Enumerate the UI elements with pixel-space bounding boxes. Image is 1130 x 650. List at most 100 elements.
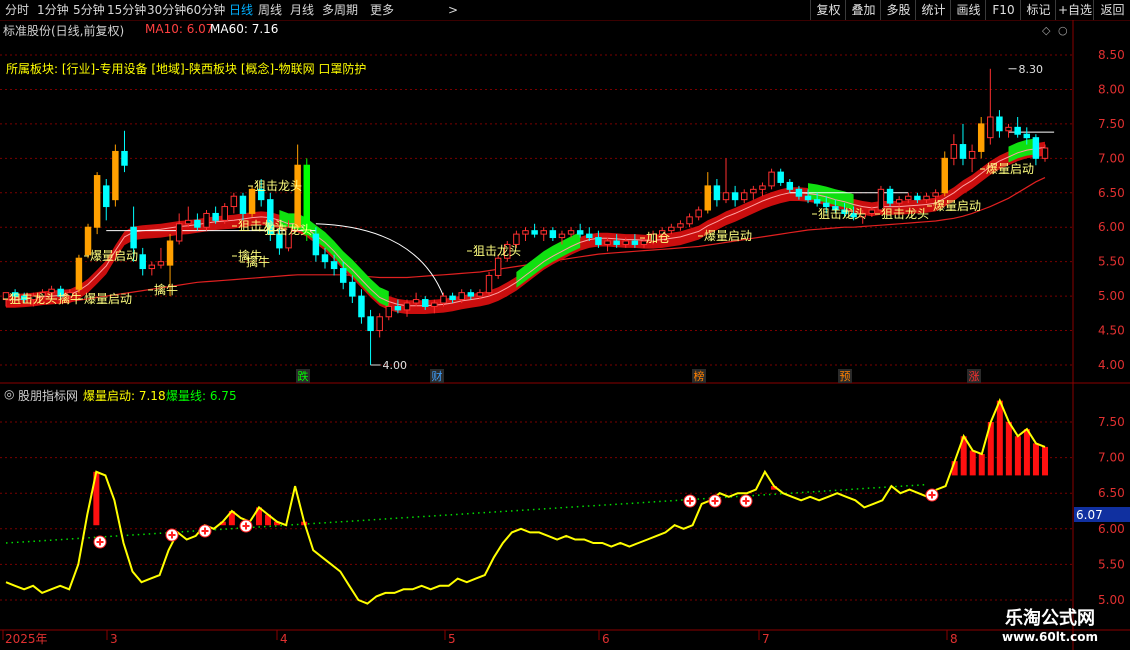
candle-body (886, 188, 894, 204)
candle-body (1041, 147, 1049, 159)
period-tab-0[interactable]: 分时 (5, 2, 29, 18)
toolbar-button-8[interactable]: 返回 (1093, 0, 1130, 20)
watermark-line1: 乐淘公式网 (1005, 608, 1095, 629)
candle-body (604, 240, 611, 245)
signal-annotation: 擒牛 (238, 248, 262, 263)
candle-body (330, 261, 338, 270)
candle-body (540, 230, 547, 235)
candle-body (230, 195, 238, 208)
period-tab-1[interactable]: 1分钟 (37, 2, 69, 18)
candle-body (996, 116, 1003, 132)
sub-y-tick: 6.50 (1098, 486, 1125, 500)
candle-body (112, 150, 119, 201)
main-panel-title: 标准股份(日线,前复权) (3, 24, 125, 38)
sub-red-bar (996, 400, 1003, 476)
sub-red-bar (1014, 436, 1021, 476)
event-marker: 财 (432, 369, 443, 383)
candle-body (212, 212, 219, 221)
candle-body (777, 171, 784, 183)
event-marker: 榜 (694, 369, 705, 383)
candle-body (977, 123, 985, 152)
candle-body (321, 254, 329, 263)
candle-body (567, 230, 575, 235)
signal-annotation: 爆量启动 (84, 292, 132, 306)
main-y-tick: 7.50 (1098, 117, 1125, 131)
x-axis-label: 4 (280, 632, 288, 646)
main-y-tick: 4.50 (1098, 324, 1125, 338)
toolbar-button-2[interactable]: 多股 (880, 0, 916, 20)
sub-panel-title: 股朋指标网 (18, 389, 79, 403)
candle-body (449, 295, 456, 301)
sub-red-bar (1032, 443, 1039, 476)
candle-body (631, 240, 639, 245)
candle-body (914, 195, 921, 201)
toolbar-button-3[interactable]: 统计 (915, 0, 951, 20)
candle-body (713, 185, 721, 201)
candle-body (549, 230, 557, 239)
sub-panel-icon: ◎ (4, 387, 15, 401)
sub-y-tick: 6.00 (1098, 522, 1125, 536)
sub-red-bar (1042, 446, 1048, 476)
signal-annotation: 爆量启动 (933, 199, 981, 213)
watermark-line2: www.60lt.com (1001, 630, 1099, 644)
period-tab-7[interactable]: 周线 (258, 2, 282, 18)
main-y-tick: 6.50 (1098, 186, 1125, 200)
candle-body (185, 219, 192, 225)
period-tab-8[interactable]: 月线 (290, 2, 314, 18)
candle-body (895, 199, 903, 204)
signal-annotation: 狙击龙头 (9, 292, 57, 306)
period-tab-4[interactable]: 30分钟 (147, 2, 186, 18)
sub-red-bar (969, 450, 976, 476)
watermark: 乐淘公式网 www.60lt.com (985, 608, 1115, 648)
candle-body (157, 261, 165, 266)
candle-body (294, 164, 301, 228)
candle-body (741, 192, 748, 201)
stock-chart[interactable]: 8.50 8.00 7.50 7.00 6.50 6.00 5.50 5.00 4.50 4.00… (0, 20, 1130, 650)
signal-annotation: 加仓 (646, 231, 670, 245)
sub-red-bar (1023, 429, 1030, 476)
sub-y-tick: 5.50 (1098, 557, 1125, 571)
toolbar-button-4[interactable]: 画线 (950, 0, 986, 20)
period-tab-10[interactable]: 更多 (370, 2, 394, 18)
candle-body (440, 295, 447, 304)
candle-body (385, 305, 393, 318)
more-chevron-icon[interactable]: > (448, 2, 458, 18)
candle-body (686, 216, 693, 225)
candle-body (75, 257, 83, 290)
candle-body (175, 223, 183, 242)
diamond-icon: ◇ (1042, 24, 1051, 37)
event-marker: 涨 (969, 370, 980, 383)
candle-body (576, 230, 584, 235)
signal-annotation: 擒牛 (154, 282, 178, 297)
candle-body (786, 181, 794, 190)
x-axis-label: 5 (448, 632, 456, 646)
toolbar-button-0[interactable]: 复权 (810, 0, 846, 20)
candle-body (531, 230, 538, 235)
low-price-label: 4.00 (383, 359, 408, 372)
candle-body (722, 192, 730, 201)
top-toolbar: 分时 1分钟 5分钟 15分钟 30分钟 60分钟 日线 周线 月线 多周期 更多 > 复权 叠加 多股统… (0, 0, 1130, 21)
sub-red-bar (1005, 422, 1012, 476)
signal-annotation: 狙击龙头 (254, 179, 302, 193)
toolbar-button-1[interactable]: 叠加 (845, 0, 881, 20)
toolbar-button-5[interactable]: F10 (985, 0, 1021, 20)
signal-annotation: 爆量启动 (704, 229, 752, 243)
period-tab-5[interactable]: 60分钟 (186, 2, 225, 18)
period-tab-9[interactable]: 多周期 (322, 2, 358, 18)
candle-body (595, 237, 602, 245)
period-tab-2[interactable]: 5分钟 (73, 2, 105, 18)
candle-body (813, 199, 821, 204)
candle-body (905, 195, 912, 201)
candle-body (130, 226, 137, 249)
signal-annotation: 爆量启动 (986, 162, 1034, 176)
candle-body (1023, 133, 1031, 139)
signal-annotation: 狙击龙头 (881, 207, 929, 221)
toolbar-button-7[interactable]: +自选 (1055, 0, 1094, 20)
toolbar-button-6[interactable]: 标记 (1020, 0, 1056, 20)
period-tab-6[interactable]: 日线 (229, 2, 253, 18)
candle-body (367, 316, 374, 332)
period-tab-3[interactable]: 15分钟 (107, 2, 146, 18)
candle-body (941, 157, 948, 194)
candle-body (476, 292, 484, 297)
main-y-tick: 4.00 (1098, 358, 1125, 372)
